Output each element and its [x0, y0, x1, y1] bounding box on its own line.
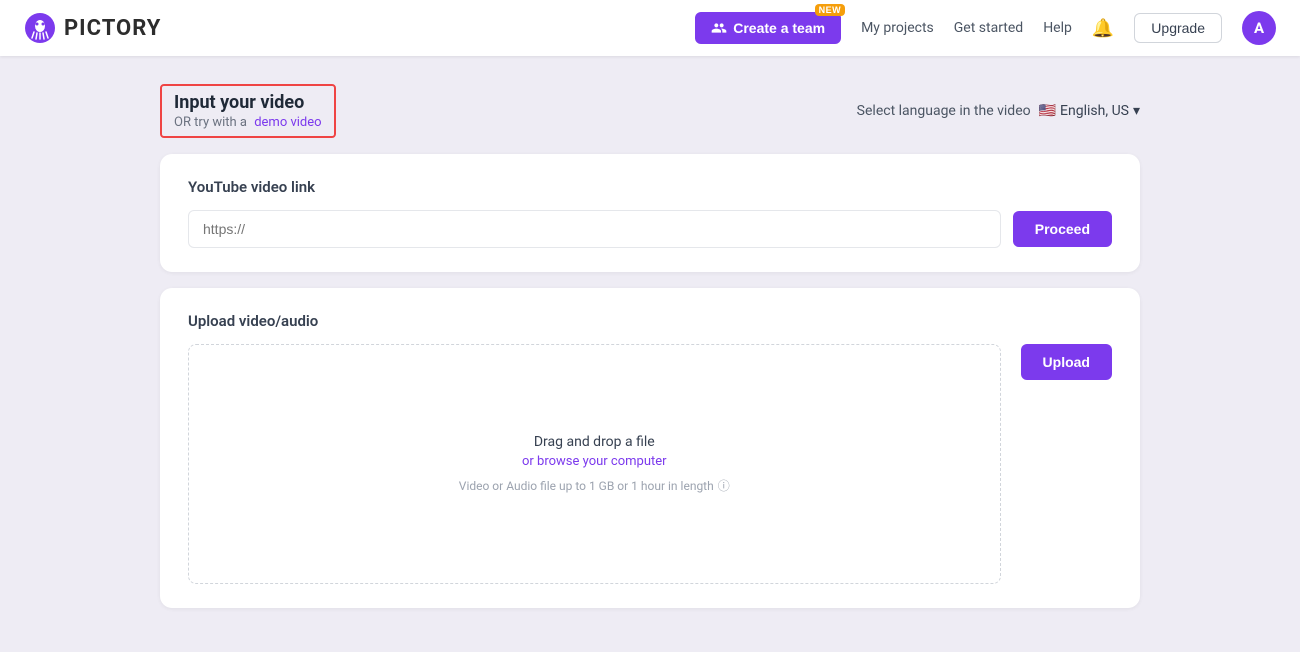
new-badge: NEW [815, 4, 846, 16]
upload-card: Upload video/audio Drag and drop a file … [160, 288, 1140, 608]
info-icon: ⓘ [718, 477, 730, 494]
input-title: Input your video [174, 92, 322, 113]
logo-icon [24, 12, 56, 44]
header: PICTORY NEW Create a team My projects Ge… [0, 0, 1300, 56]
flag-icon: 🇺🇸 [1039, 103, 1056, 119]
youtube-row: Proceed [188, 210, 1112, 248]
nav-get-started[interactable]: Get started [954, 20, 1023, 36]
drop-hint: Video or Audio file up to 1 GB or 1 hour… [459, 477, 730, 494]
logo-area: PICTORY [24, 12, 161, 44]
upload-button[interactable]: Upload [1021, 344, 1112, 380]
upgrade-button[interactable]: Upgrade [1134, 13, 1222, 43]
language-value: English, US [1060, 103, 1129, 119]
create-team-label: Create a team [733, 20, 825, 36]
dropzone[interactable]: Drag and drop a file or browse your comp… [188, 344, 1001, 584]
avatar[interactable]: A [1242, 11, 1276, 45]
language-label: Select language in the video [857, 103, 1031, 119]
nav-help[interactable]: Help [1043, 20, 1072, 36]
header-right: NEW Create a team My projects Get starte… [695, 11, 1276, 45]
drop-sub-text: or browse your computer [522, 454, 667, 469]
language-dropdown[interactable]: 🇺🇸 English, US ▾ [1039, 103, 1140, 119]
demo-video-link[interactable]: demo video [254, 115, 321, 130]
upload-card-title: Upload video/audio [188, 312, 1112, 330]
chevron-down-icon: ▾ [1133, 103, 1140, 119]
language-selector: Select language in the video 🇺🇸 English,… [857, 103, 1140, 119]
logo-text: PICTORY [64, 16, 161, 41]
youtube-url-input[interactable] [188, 210, 1001, 248]
drop-main-text: Drag and drop a file [534, 434, 655, 450]
youtube-card: YouTube video link Proceed [160, 154, 1140, 272]
notification-bell-icon[interactable]: 🔔 [1092, 18, 1114, 39]
upload-btn-wrapper: Upload [1021, 344, 1112, 380]
main-content: Input your video OR try with a demo vide… [0, 56, 1300, 652]
proceed-button[interactable]: Proceed [1013, 211, 1112, 247]
or-try-text: OR try with a demo video [174, 115, 322, 130]
youtube-card-title: YouTube video link [188, 178, 1112, 196]
drop-hint-text: Video or Audio file up to 1 GB or 1 hour… [459, 479, 714, 493]
nav-my-projects[interactable]: My projects [861, 20, 934, 36]
people-icon [711, 20, 727, 36]
input-title-box: Input your video OR try with a demo vide… [160, 84, 336, 138]
create-team-button[interactable]: NEW Create a team [695, 12, 841, 44]
upload-row: Drag and drop a file or browse your comp… [188, 344, 1112, 584]
or-try-prefix: OR try with a [174, 115, 247, 130]
video-header: Input your video OR try with a demo vide… [160, 84, 1140, 138]
